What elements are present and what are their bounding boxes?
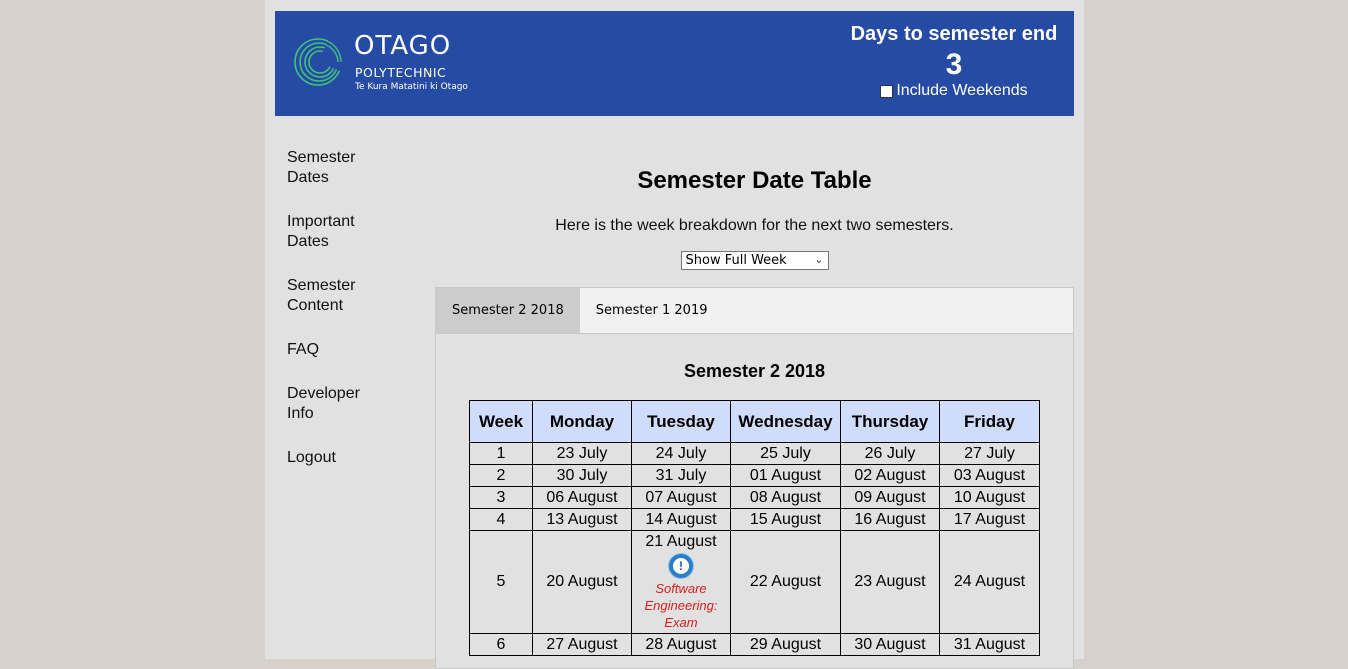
table-row: 3 06 August 07 August 08 August 09 Augus… bbox=[469, 486, 1040, 509]
column-header: Friday bbox=[939, 400, 1040, 443]
semester-title: Semester 2 2018 bbox=[683, 361, 826, 381]
semester-tabs-panel: Semester 2 2018 Semester 1 2019 Semester… bbox=[435, 287, 1074, 669]
table-cell: 22 August bbox=[730, 530, 841, 634]
table-cell: 31 August bbox=[939, 633, 1040, 656]
table-row: 4 13 August 14 August 15 August 16 Augus… bbox=[469, 508, 1040, 531]
nav-faq[interactable]: FAQ bbox=[287, 340, 397, 360]
week-view-select[interactable]: Show Full Week ⌄ bbox=[680, 251, 829, 270]
table-cell: 07 August bbox=[631, 486, 731, 509]
table-cell: 09 August bbox=[840, 486, 940, 509]
column-header: Monday bbox=[532, 400, 632, 443]
table-cell: 24 July bbox=[631, 442, 731, 465]
include-weekends-checkbox[interactable] bbox=[880, 84, 894, 98]
table-row: 5 20 August 21 August ! Software Enginee… bbox=[469, 530, 1040, 634]
table-cell: 30 August bbox=[840, 633, 940, 656]
include-weekends-label: Include Weekends bbox=[896, 82, 1028, 99]
table-cell: 13 August bbox=[532, 508, 632, 531]
table-cell: 08 August bbox=[730, 486, 841, 509]
table-cell: 24 August bbox=[939, 530, 1040, 634]
countdown-value: 3 bbox=[945, 48, 963, 81]
table-cell: 2 bbox=[469, 464, 533, 487]
tab-semester-2-2018[interactable]: Semester 2 2018 bbox=[436, 288, 580, 333]
tab-semester-1-2019[interactable]: Semester 1 2019 bbox=[580, 288, 724, 333]
table-cell: 26 July bbox=[840, 442, 940, 465]
table-cell: 1 bbox=[469, 442, 533, 465]
logo-name: OTAGO bbox=[354, 31, 452, 61]
table-cell: 28 August bbox=[631, 633, 731, 656]
column-header: Tuesday bbox=[631, 400, 731, 443]
page-subtitle: Here is the week breakdown for the next … bbox=[555, 217, 954, 234]
logo-subtitle: POLYTECHNIC bbox=[355, 65, 447, 80]
table-cell: 16 August bbox=[840, 508, 940, 531]
table-cell: 23 July bbox=[532, 442, 632, 465]
main-content: Semester Date Table Here is the week bre… bbox=[435, 150, 1074, 669]
event-label[interactable]: Software Engineering: Exam bbox=[632, 580, 730, 631]
table-row: 1 23 July 24 July 25 July 26 July 27 Jul… bbox=[469, 442, 1040, 465]
table-cell: 4 bbox=[469, 508, 533, 531]
logo-swirl-icon bbox=[294, 33, 347, 86]
table-cell: 25 July bbox=[730, 442, 841, 465]
nav-semester-content[interactable]: Semester Content bbox=[287, 276, 367, 316]
nav-semester-dates[interactable]: Semester Dates bbox=[287, 148, 367, 188]
sidebar-nav: Semester Dates Important Dates Semester … bbox=[287, 148, 397, 492]
table-cell: 03 August bbox=[939, 464, 1040, 487]
table-cell: 20 August bbox=[532, 530, 632, 634]
table-cell: 3 bbox=[469, 486, 533, 509]
table-cell: 5 bbox=[469, 530, 533, 634]
table-cell: 02 August bbox=[840, 464, 940, 487]
event-label-line: Engineering: bbox=[644, 598, 718, 613]
table-cell: 27 August bbox=[532, 633, 632, 656]
site-header: OTAGO POLYTECHNIC Te Kura Matatini ki Ot… bbox=[275, 11, 1074, 116]
semester-date-table: Week Monday Tuesday Wednesday Thursday F… bbox=[469, 400, 1040, 656]
table-cell: 6 bbox=[469, 633, 533, 656]
table-cell: 14 August bbox=[631, 508, 731, 531]
table-row: 2 30 July 31 July 01 August 02 August 03… bbox=[469, 464, 1040, 487]
table-cell: 30 July bbox=[532, 464, 632, 487]
semester-countdown: Days to semester end 3 Include Weekends bbox=[844, 23, 1064, 100]
nav-developer-info[interactable]: Developer Info bbox=[287, 384, 367, 424]
tab-bar: Semester 2 2018 Semester 1 2019 bbox=[436, 288, 1073, 334]
table-cell: 17 August bbox=[939, 508, 1040, 531]
table-cell: 15 August bbox=[730, 508, 841, 531]
table-header-row: Week Monday Tuesday Wednesday Thursday F… bbox=[469, 400, 1040, 443]
table-cell: 23 August bbox=[840, 530, 940, 634]
alert-icon[interactable]: ! bbox=[669, 554, 693, 578]
column-header: Thursday bbox=[840, 400, 940, 443]
nav-important-dates[interactable]: Important Dates bbox=[287, 212, 367, 252]
table-cell: 10 August bbox=[939, 486, 1040, 509]
column-header: Wednesday bbox=[730, 400, 841, 443]
event-label-line: Software bbox=[655, 581, 707, 596]
include-weekends-toggle[interactable]: Include Weekends bbox=[844, 82, 1064, 100]
page-title: Semester Date Table bbox=[637, 167, 872, 194]
table-cell: 01 August bbox=[730, 464, 841, 487]
logo-tagline: Te Kura Matatini ki Otago bbox=[355, 82, 468, 92]
nav-logout[interactable]: Logout bbox=[287, 448, 397, 468]
event-label-line: Exam bbox=[664, 615, 698, 630]
table-cell-with-event: 21 August ! Software Engineering: Exam bbox=[631, 530, 731, 634]
chevron-down-icon: ⌄ bbox=[814, 253, 824, 266]
table-cell-date: 21 August bbox=[645, 533, 717, 550]
column-header: Week bbox=[469, 400, 533, 443]
table-cell: 31 July bbox=[631, 464, 731, 487]
table-cell: 29 August bbox=[730, 633, 841, 656]
week-view-select-value: Show Full Week bbox=[685, 253, 787, 268]
otago-polytechnic-logo[interactable]: OTAGO POLYTECHNIC Te Kura Matatini ki Ot… bbox=[293, 31, 468, 95]
table-cell: 06 August bbox=[532, 486, 632, 509]
countdown-title: Days to semester end bbox=[850, 23, 1058, 45]
table-row: 6 27 August 28 August 29 August 30 Augus… bbox=[469, 633, 1040, 656]
table-cell: 27 July bbox=[939, 442, 1040, 465]
page: OTAGO POLYTECHNIC Te Kura Matatini ki Ot… bbox=[265, 0, 1084, 669]
